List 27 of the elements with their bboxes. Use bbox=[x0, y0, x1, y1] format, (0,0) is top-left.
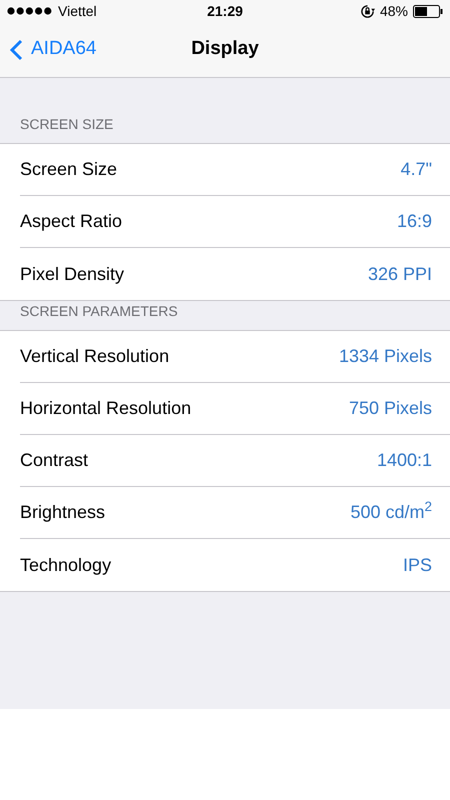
row-value: 4.7" bbox=[400, 158, 432, 181]
row-label: Vertical Resolution bbox=[20, 345, 170, 368]
row-value: 326 PPI bbox=[368, 262, 432, 286]
carrier-name: Viettel bbox=[58, 2, 97, 20]
back-chevron-icon bbox=[10, 38, 23, 60]
row-value: 500 cd/m$^{2}$ bbox=[350, 499, 432, 524]
battery-percent: 48% bbox=[380, 2, 408, 20]
row-label: Screen Size bbox=[20, 158, 118, 181]
section-header: SCREEN PARAMETERS bbox=[19, 302, 179, 321]
row-value: 16:9 bbox=[396, 210, 432, 233]
row-value: IPS bbox=[402, 554, 432, 576]
row-value: 1334 Pixels bbox=[338, 345, 432, 368]
signal-icon bbox=[7, 7, 53, 15]
rotation-lock-icon bbox=[360, 4, 375, 18]
section-header: SCREEN SIZE bbox=[19, 115, 114, 134]
back-button[interactable]: AIDA64 bbox=[0, 35, 96, 64]
row-label: Pixel Density bbox=[20, 262, 124, 286]
page-title: Display bbox=[191, 37, 259, 62]
row-label: Contrast bbox=[20, 449, 88, 472]
row-value: 750 Pixels bbox=[348, 397, 432, 420]
row-label: Horizontal Resolution bbox=[20, 397, 192, 420]
row-label: Technology bbox=[20, 554, 112, 577]
row-label: Brightness bbox=[20, 501, 106, 524]
row-value: 1400:1 bbox=[376, 449, 432, 472]
battery-icon bbox=[413, 4, 443, 18]
status-time: 21:29 bbox=[207, 2, 243, 20]
row-label: Aspect Ratio bbox=[20, 210, 122, 233]
